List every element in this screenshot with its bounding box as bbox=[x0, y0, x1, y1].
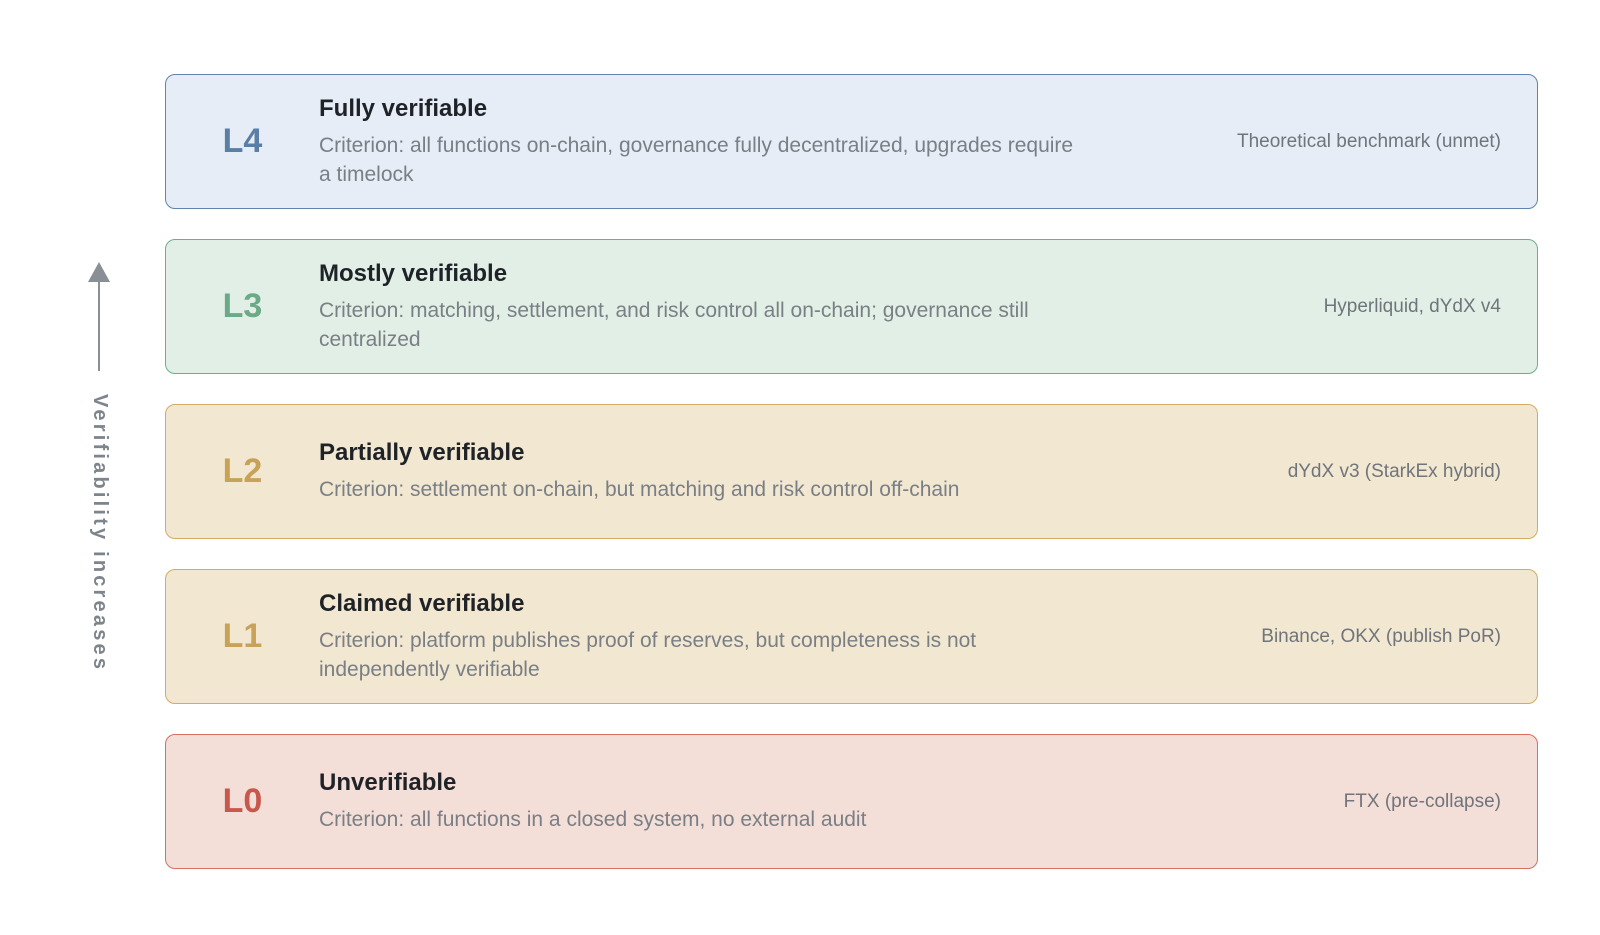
level-code: L4 bbox=[222, 122, 263, 160]
level-criterion: Criterion: all functions on-chain, gover… bbox=[319, 133, 1074, 186]
level-code: L3 bbox=[222, 287, 263, 325]
level-example: Hyperliquid, dYdX v4 bbox=[1323, 295, 1501, 317]
level-list: L4 Fully verifiable Criterion: all funct… bbox=[165, 74, 1538, 899]
level-card-l1: L1 Claimed verifiable Criterion: platfor… bbox=[165, 569, 1538, 704]
level-criterion: Criterion: all functions in a closed sys… bbox=[319, 808, 867, 831]
level-body: Fully verifiable Criterion: all function… bbox=[319, 95, 1079, 189]
level-criterion: Criterion: matching, settlement, and ris… bbox=[319, 298, 1029, 351]
level-title: Claimed verifiable bbox=[319, 589, 525, 617]
verifiability-diagram: Verifiability increases L4 Fully verifia… bbox=[0, 0, 1600, 935]
level-example: Binance, OKX (publish PoR) bbox=[1261, 625, 1501, 647]
level-body: Mostly verifiable Criterion: matching, s… bbox=[319, 260, 1079, 354]
level-code: L1 bbox=[222, 617, 263, 655]
level-card-l4: L4 Fully verifiable Criterion: all funct… bbox=[165, 74, 1538, 209]
axis-line bbox=[98, 280, 100, 371]
level-code: L2 bbox=[222, 452, 263, 490]
level-example: Theoretical benchmark (unmet) bbox=[1237, 130, 1501, 152]
level-card-l2: L2 Partially verifiable Criterion: settl… bbox=[165, 404, 1538, 539]
up-arrow-icon bbox=[88, 262, 110, 282]
level-criterion: Criterion: settlement on-chain, but matc… bbox=[319, 478, 960, 501]
axis-label: Verifiability increases bbox=[89, 394, 111, 673]
level-body: Claimed verifiable Criterion: platform p… bbox=[319, 590, 1079, 684]
level-title: Partially verifiable bbox=[319, 439, 525, 466]
level-title: Mostly verifiable bbox=[319, 259, 508, 287]
level-body: Unverifiable Criterion: all functions in… bbox=[319, 769, 1079, 834]
level-example: FTX (pre-collapse) bbox=[1343, 790, 1501, 812]
level-criterion: Criterion: platform publishes proof of r… bbox=[319, 628, 977, 681]
level-code: L0 bbox=[222, 782, 263, 820]
level-body: Partially verifiable Criterion: settleme… bbox=[319, 439, 1079, 504]
level-title: Unverifiable bbox=[319, 769, 457, 796]
verifiability-axis: Verifiability increases bbox=[80, 262, 120, 682]
level-card-l3: L3 Mostly verifiable Criterion: matching… bbox=[165, 239, 1538, 374]
level-example: dYdX v3 (StarkEx hybrid) bbox=[1287, 460, 1501, 482]
level-title: Fully verifiable bbox=[319, 94, 488, 122]
level-card-l0: L0 Unverifiable Criterion: all functions… bbox=[165, 734, 1538, 869]
